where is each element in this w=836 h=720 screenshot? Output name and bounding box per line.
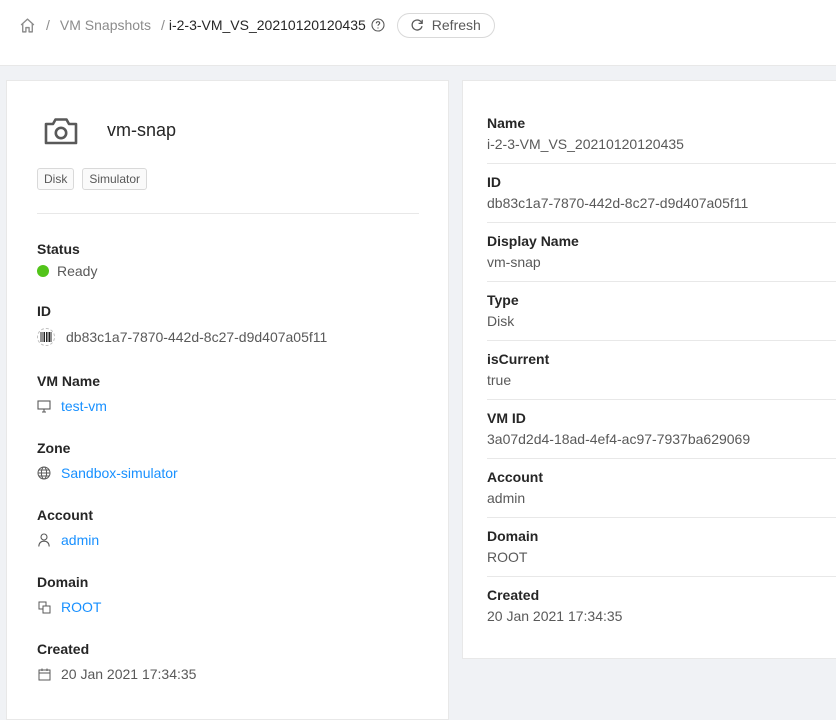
detail-label: Display Name	[487, 233, 579, 249]
detail-label: Name	[487, 115, 526, 131]
detail-value: admin	[487, 490, 526, 506]
tag-disk: Disk	[37, 168, 75, 190]
detail-item: Display Name vm-snap	[487, 233, 836, 270]
tag-simulator: Simulator	[82, 168, 148, 190]
top-bar: / VM Snapshots / i-2-3-VM_VS_20210120120…	[0, 0, 836, 66]
breadcrumb-separator: /	[160, 17, 165, 33]
detail-value: true	[487, 372, 512, 388]
refresh-button[interactable]: Refresh	[396, 12, 495, 38]
user-icon	[37, 533, 51, 547]
detail-item: isCurrent true	[487, 351, 836, 388]
detail-label: Domain	[487, 528, 539, 544]
question-circle-icon[interactable]	[371, 18, 385, 32]
barcode-icon[interactable]	[37, 328, 55, 346]
breadcrumb: / VM Snapshots / i-2-3-VM_VS_20210120120…	[18, 12, 495, 38]
resource-name: vm-snap	[107, 120, 177, 140]
resource-summary-card: vm-snap Disk Simulator Status Ready ID d…	[6, 80, 449, 720]
field-id: ID db83c1a7-7870-442d-8c27-d9d407a05f11	[37, 303, 327, 346]
divider	[487, 458, 836, 459]
status-value: Ready	[57, 263, 98, 279]
status-dot	[37, 265, 49, 277]
breadcrumb-separator: /	[46, 17, 50, 33]
status-label: Status	[37, 241, 80, 257]
field-zone: Zone Sandbox-simulator	[37, 440, 178, 481]
created-value: 20 Jan 2021 17:34:35	[61, 666, 197, 682]
calendar-icon	[37, 667, 51, 681]
divider	[487, 576, 836, 577]
field-created: Created 20 Jan 2021 17:34:35	[37, 641, 196, 682]
domain-label: Domain	[37, 574, 89, 590]
detail-value: 20 Jan 2021 17:34:35	[487, 608, 623, 624]
divider	[487, 281, 836, 282]
block-icon	[37, 600, 51, 614]
tag-list: Disk Simulator	[37, 168, 148, 190]
field-status: Status Ready	[37, 241, 97, 279]
field-vm-name: VM Name test-vm	[37, 373, 107, 414]
zone-link[interactable]: Sandbox-simulator	[61, 465, 178, 481]
detail-item: Account admin	[487, 469, 836, 506]
divider	[487, 163, 836, 164]
account-label: Account	[37, 507, 93, 523]
detail-value: vm-snap	[487, 254, 541, 270]
detail-item: VM ID 3a07d2d4-18ad-4ef4-ac97-7937ba6290…	[487, 410, 836, 447]
detail-value: i-2-3-VM_VS_20210120120435	[487, 136, 684, 152]
detail-label: Account	[487, 469, 543, 485]
field-domain: Domain ROOT	[37, 574, 101, 615]
account-link[interactable]: admin	[61, 532, 99, 548]
detail-value: 3a07d2d4-18ad-4ef4-ac97-7937ba629069	[487, 431, 751, 447]
vm-name-link[interactable]: test-vm	[61, 398, 107, 414]
detail-item: Type Disk	[487, 292, 836, 329]
divider	[487, 517, 836, 518]
zone-label: Zone	[37, 440, 71, 456]
id-label: ID	[37, 303, 51, 319]
detail-label: VM ID	[487, 410, 526, 426]
detail-label: Type	[487, 292, 519, 308]
domain-link[interactable]: ROOT	[61, 599, 101, 615]
divider	[487, 399, 836, 400]
home-icon[interactable]	[18, 16, 36, 34]
detail-label: isCurrent	[487, 351, 550, 367]
detail-item: ID db83c1a7-7870-442d-8c27-d9d407a05f11	[487, 174, 836, 211]
detail-label: ID	[487, 174, 501, 190]
divider	[487, 222, 836, 223]
refresh-label: Refresh	[431, 17, 481, 33]
detail-label: Created	[487, 587, 540, 603]
camera-icon	[43, 115, 79, 147]
created-label: Created	[37, 641, 90, 657]
id-value: db83c1a7-7870-442d-8c27-d9d407a05f11	[66, 329, 328, 345]
details-card: Name i-2-3-VM_VS_20210120120435 ID db83c…	[462, 80, 836, 659]
detail-value: Disk	[487, 313, 515, 329]
divider	[37, 213, 419, 214]
desktop-icon	[37, 399, 51, 413]
breadcrumb-vm-snapshots[interactable]: VM Snapshots	[60, 17, 151, 33]
breadcrumb-current: i-2-3-VM_VS_20210120120435	[168, 17, 366, 33]
reload-icon	[410, 18, 424, 32]
detail-value: db83c1a7-7870-442d-8c27-d9d407a05f11	[487, 195, 749, 211]
field-account: Account admin	[37, 507, 99, 548]
detail-item: Created 20 Jan 2021 17:34:35	[487, 587, 836, 624]
globe-icon	[37, 466, 51, 480]
divider	[487, 340, 836, 341]
detail-item: Domain ROOT	[487, 528, 836, 565]
detail-value: ROOT	[487, 549, 528, 565]
vm-name-label: VM Name	[37, 373, 101, 389]
detail-item: Name i-2-3-VM_VS_20210120120435	[487, 115, 836, 152]
